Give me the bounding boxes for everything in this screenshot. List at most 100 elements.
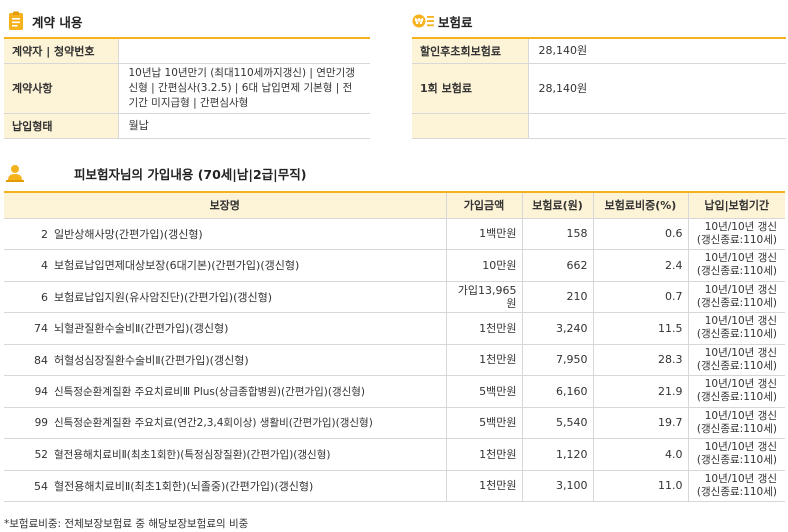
coverage-number: 84 [34,353,48,367]
amount-cell: 1천만원 [446,344,523,376]
premium-first-label: 1회 보험료 [412,63,529,114]
premium-cell: 7,950 [522,344,594,376]
contract-table: 계약자 | 청약번호 계약사항 10년납 10년만기 (최대110세까지갱신) … [4,37,370,139]
period-renewal-end: (갱신종료:110세) [696,391,777,404]
period-renewal-end: (갱신종료:110세) [696,328,777,341]
coverage-number: 4 [41,259,48,273]
coverage-name: 허혈성심장질환수술비Ⅱ(간편가입)(갱신형) [54,353,249,367]
ratio-cell: 28.3 [593,344,689,376]
coverage-name-cell: 2 일반상해사망(간편가입)(갱신형) [4,218,447,250]
coverage-name-cell: 4 보험료납입면제대상보장(6대기본)(간편가입)(갱신형) [4,249,447,282]
contract-section-header: 계약 내용 [8,10,82,32]
period-renewal-end: (갱신종료:110세) [696,296,777,309]
period-cell: 10년/10년 갱신 (갱신종료:110세) [688,249,785,282]
period-term: 10년/10년 갱신 [704,409,777,422]
period-cell: 10년/10년 갱신 (갱신종료:110세) [688,218,785,250]
premium-discounted-value: 28,140원 [528,38,786,64]
period-term: 10년/10년 갱신 [704,441,777,454]
coverage-number: 52 [34,448,48,461]
coverage-header-row: 보장명 가입금액 보험료(원) 보험료비중(%) 납입|보험기간 [4,192,785,219]
contract-section-title: 계약 내용 [32,14,83,30]
premium-empty-label [412,113,529,139]
contract-row-details: 계약사항 10년납 10년만기 (최대110세까지갱신) | 연만기갱신형 | … [4,63,370,114]
amount-cell: 5백만원 [446,407,523,439]
table-row: 6 보험료납입지원(유사암진단)(간편가입)(갱신형) 가입13,965원 210… [4,281,785,313]
amount-cell: 가입13,965원 [446,281,523,313]
coverage-name-cell: 99 신특정순환계질환 주요치료(연간2,3,4회이상) 생활비(간편가입)(갱신… [4,407,447,439]
premium-row-empty [412,113,786,139]
table-row: 54 혈전용해치료비Ⅱ(최초1회한)(뇌졸중)(간편가입)(갱신형) 1천만원 3… [4,470,785,502]
period-cell: 10년/10년 갱신 (갱신종료:110세) [688,438,785,471]
amount-cell: 1천만원 [446,312,523,345]
ratio-cell: 11.5 [593,312,689,345]
coverage-number: 94 [34,385,48,398]
contract-holder-value [118,38,370,64]
ratio-cell: 19.7 [593,407,689,439]
premium-first-value: 28,140원 [528,63,786,114]
coverage-section-header: 피보험자님의 가입내용 (70세|남|2급|무직) [6,162,306,184]
premium-cell: 3,100 [522,470,594,502]
clipboard-icon [9,11,23,30]
premium-table: 할인후초회보험료 28,140원 1회 보험료 28,140원 [412,37,786,139]
contract-row-holder: 계약자 | 청약번호 [4,38,370,64]
coverage-name: 신특정순환계질환 주요치료비Ⅲ Plus(상급종합병원)(간편가입)(갱신형) [54,385,366,398]
premium-empty-value [528,113,786,139]
period-term: 10년/10년 갱신 [704,472,777,485]
period-renewal-end: (갱신종료:110세) [696,454,777,467]
coverage-name-cell: 6 보험료납입지원(유사암진단)(간편가입)(갱신형) [4,281,447,313]
coverage-name-cell: 74 뇌혈관질환수술비Ⅱ(간편가입)(갱신형) [4,312,447,345]
period-term: 10년/10년 갱신 [704,346,777,359]
period-term: 10년/10년 갱신 [704,283,777,296]
amount-cell: 1천만원 [446,438,523,471]
table-row: 52 혈전용해치료비Ⅱ(최초1회한)(특정심장질환)(간편가입)(갱신형) 1천만… [4,438,785,471]
contract-payment-value: 월납 [118,113,370,139]
coin-list-icon: ₩ [412,14,434,28]
coverage-name-cell: 94 신특정순환계질환 주요치료비Ⅲ Plus(상급종합병원)(간편가입)(갱신형… [4,375,447,408]
coverage-number: 6 [41,290,48,304]
coverage-number: 74 [34,322,48,336]
table-row: 74 뇌혈관질환수술비Ⅱ(간편가입)(갱신형) 1천만원 3,240 11.5 1… [4,312,785,345]
premium-cell: 210 [522,281,594,313]
coverage-number: 99 [34,417,48,430]
ratio-cell: 2.4 [593,249,689,282]
amount-cell: 10만원 [446,249,523,282]
person-icon [6,165,24,182]
premium-section-header: ₩ 보험료 [412,10,473,32]
contract-details-label: 계약사항 [4,63,119,114]
amount-cell: 5백만원 [446,375,523,408]
column-header-coverage-name: 보장명 [4,192,447,219]
coverage-name: 혈전용해치료비Ⅱ(최초1회한)(특정심장질환)(간편가입)(갱신형) [54,448,331,461]
coverage-name: 보험료납입지원(유사암진단)(간편가입)(갱신형) [54,290,273,304]
period-cell: 10년/10년 갱신 (갱신종료:110세) [688,407,785,439]
table-row: 2 일반상해사망(간편가입)(갱신형) 1백만원 158 0.6 10년/10년 … [4,218,785,250]
table-row: 84 허혈성심장질환수술비Ⅱ(간편가입)(갱신형) 1천만원 7,950 28.3… [4,344,785,376]
period-term: 10년/10년 갱신 [704,220,777,233]
period-term: 10년/10년 갱신 [704,378,777,391]
coverage-name-cell: 52 혈전용해치료비Ⅱ(최초1회한)(특정심장질환)(간편가입)(갱신형) [4,438,447,471]
premium-row-first: 1회 보험료 28,140원 [412,63,786,114]
premium-cell: 662 [522,249,594,282]
period-term: 10년/10년 갱신 [704,252,777,265]
period-renewal-end: (갱신종료:110세) [696,233,777,246]
ratio-cell: 21.9 [593,375,689,408]
coverage-name: 신특정순환계질환 주요치료(연간2,3,4회이상) 생활비(간편가입)(갱신형) [54,417,373,430]
period-cell: 10년/10년 갱신 (갱신종료:110세) [688,375,785,408]
coverage-number: 54 [34,479,48,493]
ratio-cell: 0.7 [593,281,689,313]
table-row: 4 보험료납입면제대상보장(6대기본)(간편가입)(갱신형) 10만원 662 2… [4,249,785,282]
period-renewal-end: (갱신종료:110세) [696,265,777,278]
period-renewal-end: (갱신종료:110세) [696,359,777,372]
column-header-amount: 가입금액 [446,192,523,219]
premium-cell: 1,120 [522,438,594,471]
coverage-number: 2 [41,227,48,241]
coverage-name-cell: 84 허혈성심장질환수술비Ⅱ(간편가입)(갱신형) [4,344,447,376]
coverage-name: 보험료납입면제대상보장(6대기본)(간편가입)(갱신형) [54,259,300,273]
column-header-ratio: 보험료비중(%) [593,192,689,219]
coverage-name-cell: 54 혈전용해치료비Ⅱ(최초1회한)(뇌졸중)(간편가입)(갱신형) [4,470,447,502]
period-cell: 10년/10년 갱신 (갱신종료:110세) [688,470,785,502]
premium-cell: 3,240 [522,312,594,345]
ratio-cell: 4.0 [593,438,689,471]
coverage-section-title: 피보험자님의 가입내용 (70세|남|2급|무직) [74,166,307,182]
period-cell: 10년/10년 갱신 (갱신종료:110세) [688,312,785,345]
premium-cell: 5,540 [522,407,594,439]
